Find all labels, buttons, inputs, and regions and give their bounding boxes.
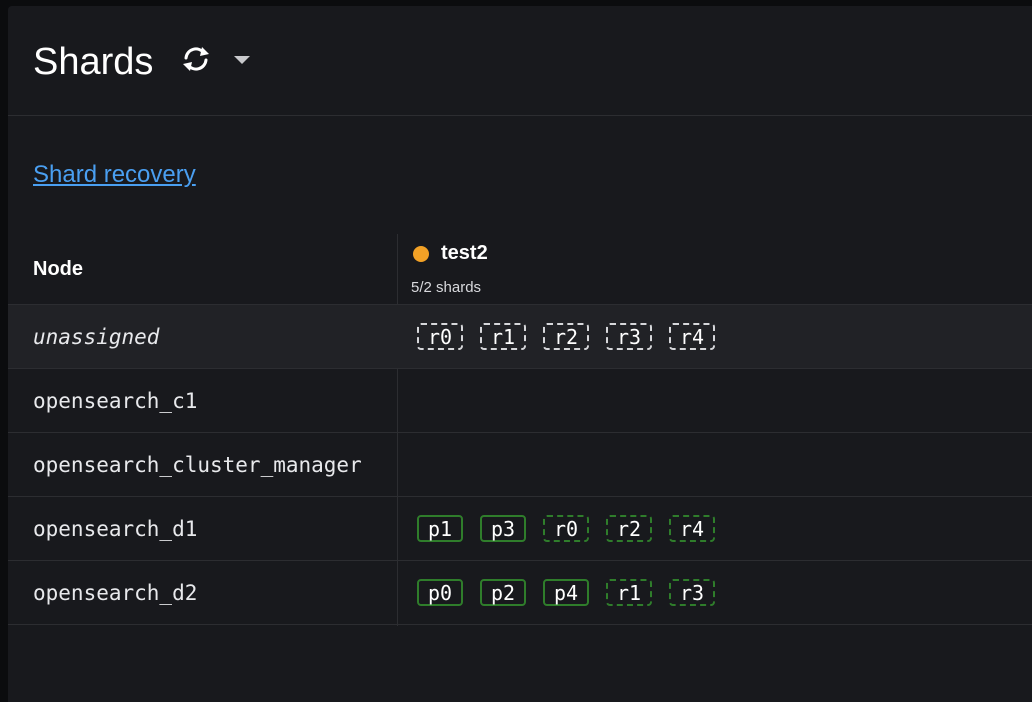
shard-replica[interactable]: r2: [606, 515, 652, 542]
shard-primary[interactable]: p4: [543, 579, 589, 606]
shard-unassigned[interactable]: r0: [417, 323, 463, 350]
table-row: opensearch_c1: [8, 369, 1032, 433]
table-body: unassigned r0 r1 r2 r3 r4 opensearch_c1opensea…: [8, 305, 1032, 625]
shard-unassigned[interactable]: r3: [606, 323, 652, 350]
page-header: Shards: [8, 6, 1032, 116]
shard-list: p0 p2 p4 r1 r3: [417, 561, 732, 624]
refresh-button[interactable]: [178, 46, 214, 76]
shard-unassigned[interactable]: r2: [543, 323, 589, 350]
page-title: Shards: [33, 41, 154, 83]
node-name: opensearch_c1: [33, 388, 198, 413]
shard-replica[interactable]: r0: [543, 515, 589, 542]
table-row: opensearch_d2 p0 p2 p4 r1 r3: [8, 561, 1032, 625]
caret-down-icon: [233, 52, 251, 70]
index-name: test2: [441, 242, 488, 264]
shard-recovery-link[interactable]: Shard recovery: [33, 161, 196, 189]
node-name: opensearch_d2: [33, 580, 198, 605]
index-status-dot: [413, 245, 429, 262]
table-header-row: Node test2 5/2 shards: [8, 234, 1032, 305]
node-name: opensearch_d1: [33, 516, 198, 541]
table-row: opensearch_cluster_manager: [8, 433, 1032, 497]
shard-replica[interactable]: r1: [606, 579, 652, 606]
shard-primary[interactable]: p2: [480, 579, 526, 606]
index-shard-count: 5/2 shards: [411, 279, 482, 296]
shard-list: r0 r1 r2 r3 r4: [417, 305, 732, 368]
shard-primary[interactable]: p0: [417, 579, 463, 606]
index-column-header[interactable]: test2 5/2 shards: [410, 242, 488, 296]
node-name: unassigned: [33, 324, 160, 349]
table-row: unassigned r0 r1 r2 r3 r4: [8, 305, 1032, 369]
node-column-header: Node: [33, 257, 83, 280]
shards-table: Node test2 5/2 shards unassigned r0 r1 r2 r3…: [8, 234, 1032, 626]
shard-primary[interactable]: p3: [480, 515, 526, 542]
shard-primary[interactable]: p1: [417, 515, 463, 542]
shard-replica[interactable]: r4: [669, 515, 715, 542]
shard-unassigned[interactable]: r4: [669, 323, 715, 350]
shards-panel: Shards Shard recovery Node test2 5/2 sha…: [8, 6, 1032, 702]
shard-list: p1 p3 r0 r2 r4: [417, 497, 732, 560]
shard-unassigned[interactable]: r1: [480, 323, 526, 350]
table-row: opensearch_d1 p1 p3 r0 r2 r4: [8, 497, 1032, 561]
refresh-icon: [180, 45, 212, 78]
refresh-interval-dropdown[interactable]: [230, 52, 254, 70]
node-name: opensearch_cluster_manager: [33, 452, 362, 477]
shard-replica[interactable]: r3: [669, 579, 715, 606]
